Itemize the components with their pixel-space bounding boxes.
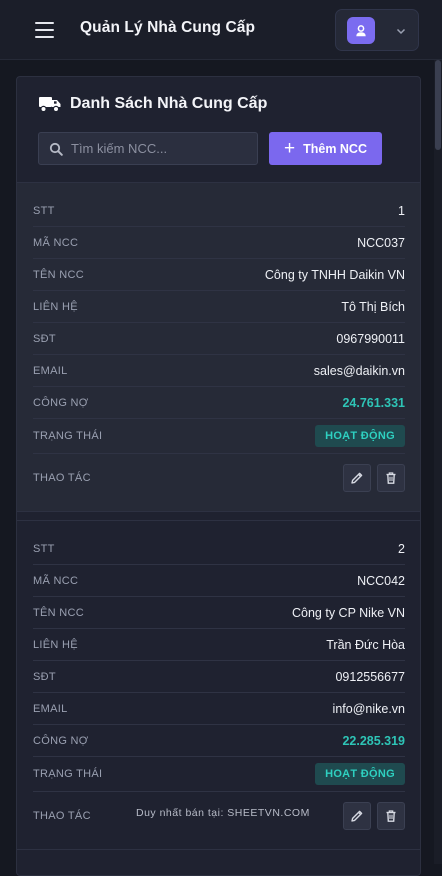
- top-bar: Quản Lý Nhà Cung Cấp: [0, 0, 442, 60]
- row-phone: SĐT 0967990011: [33, 323, 405, 355]
- row-debt: CÔNG NỢ 24.761.331: [33, 387, 405, 419]
- value-contact: Trần Đức Hòa: [326, 637, 405, 652]
- hamburger-menu-icon[interactable]: [35, 22, 54, 38]
- label-status: TRẠNG THÁI: [33, 768, 103, 780]
- row-code: MÃ NCC NCC037: [33, 227, 405, 259]
- label-debt: CÔNG NỢ: [33, 396, 89, 409]
- value-name: Công ty CP Nike VN: [291, 605, 405, 620]
- chevron-down-icon: [396, 28, 406, 35]
- row-contact: LIÊN HỆ Trần Đức Hòa: [33, 629, 405, 661]
- truck-icon: [39, 97, 61, 113]
- value-name: Công ty TNHH Daikin VN: [264, 267, 405, 282]
- row-stt: STT 2: [33, 533, 405, 565]
- user-avatar-icon: [347, 17, 375, 44]
- value-stt: 1: [398, 203, 405, 218]
- row-email: EMAIL info@nike.vn: [33, 693, 405, 725]
- plus-icon: +: [283, 138, 296, 159]
- watermark-text: Duy nhất bán tại: SHEETVN.COM: [136, 807, 310, 819]
- row-status: TRẠNG THÁI HOẠT ĐỘNG: [33, 419, 405, 454]
- label-actions: THAO TÁC: [33, 472, 91, 484]
- search-icon: [49, 142, 63, 156]
- label-contact: LIÊN HỆ: [33, 300, 78, 313]
- value-phone: 0912556677: [335, 669, 405, 684]
- row-debt: CÔNG NỢ 22.285.319: [33, 725, 405, 757]
- value-code: NCC037: [357, 235, 405, 250]
- value-contact: Tô Thị Bích: [341, 299, 405, 314]
- label-email: EMAIL: [33, 364, 68, 377]
- value-debt: 24.761.331: [342, 395, 405, 410]
- edit-button[interactable]: [343, 802, 371, 830]
- label-email: EMAIL: [33, 702, 68, 715]
- pencil-icon: [351, 810, 363, 822]
- row-action-group: [343, 464, 405, 492]
- label-phone: SĐT: [33, 332, 56, 345]
- row-phone: SĐT 0912556677: [33, 661, 405, 693]
- label-code: MÃ NCC: [33, 236, 79, 249]
- row-stt: STT 1: [33, 195, 405, 227]
- trash-icon: [386, 810, 396, 822]
- delete-button[interactable]: [377, 464, 405, 492]
- label-name: TÊN NCC: [33, 268, 84, 281]
- pencil-icon: [351, 472, 363, 484]
- row-name: TÊN NCC Công ty CP Nike VN: [33, 597, 405, 629]
- row-action-group: [343, 802, 405, 830]
- value-code: NCC042: [357, 573, 405, 588]
- panel-header: Danh Sách Nhà Cung Cấp: [38, 95, 267, 113]
- row-status: TRẠNG THÁI HOẠT ĐỘNG: [33, 757, 405, 792]
- label-stt: STT: [33, 204, 55, 217]
- search-box[interactable]: [38, 132, 258, 165]
- label-debt: CÔNG NỢ: [33, 734, 89, 747]
- supplier-card: STT 1 MÃ NCC NCC037 TÊN NCC Công ty TNHH…: [17, 182, 420, 512]
- label-status: TRẠNG THÁI: [33, 430, 103, 442]
- value-email: info@nike.vn: [332, 701, 405, 716]
- value-stt: 2: [398, 541, 405, 556]
- label-code: MÃ NCC: [33, 574, 79, 587]
- label-phone: SĐT: [33, 670, 56, 683]
- row-name: TÊN NCC Công ty TNHH Daikin VN: [33, 259, 405, 291]
- search-input[interactable]: [71, 141, 241, 156]
- add-supplier-button[interactable]: + Thêm NCC: [269, 132, 382, 165]
- supplier-list-panel: Danh Sách Nhà Cung Cấp + Thêm NCC STT 1 …: [16, 76, 421, 876]
- label-contact: LIÊN HỆ: [33, 638, 78, 651]
- supplier-card: STT 2 MÃ NCC NCC042 TÊN NCC Công ty CP N…: [17, 520, 420, 850]
- edit-button[interactable]: [343, 464, 371, 492]
- row-contact: LIÊN HỆ Tô Thị Bích: [33, 291, 405, 323]
- row-code: MÃ NCC NCC042: [33, 565, 405, 597]
- user-menu-button[interactable]: [335, 9, 419, 51]
- row-email: EMAIL sales@daikin.vn: [33, 355, 405, 387]
- value-phone: 0967990011: [336, 331, 405, 346]
- value-email: sales@daikin.vn: [313, 363, 405, 378]
- add-supplier-label: Thêm NCC: [303, 141, 367, 156]
- label-actions: THAO TÁC: [33, 810, 91, 822]
- label-stt: STT: [33, 542, 55, 555]
- delete-button[interactable]: [377, 802, 405, 830]
- trash-icon: [386, 472, 396, 484]
- page-scrollbar[interactable]: [434, 60, 442, 864]
- panel-title: Danh Sách Nhà Cung Cấp: [70, 95, 268, 112]
- label-name: TÊN NCC: [33, 606, 84, 619]
- value-debt: 22.285.319: [342, 733, 405, 748]
- status-badge: HOẠT ĐỘNG: [315, 425, 405, 447]
- row-actions: THAO TÁC: [33, 458, 405, 498]
- status-badge: HOẠT ĐỘNG: [315, 763, 405, 785]
- app-title: Quản Lý Nhà Cung Cấp: [80, 19, 256, 36]
